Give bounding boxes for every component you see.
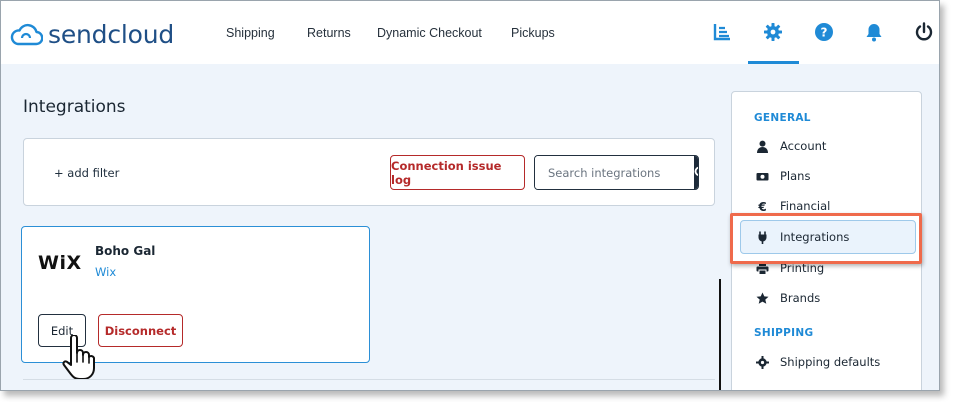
nav-shipping[interactable]: Shipping [226,26,275,40]
euro-icon: € [754,198,770,214]
analytics-icon[interactable] [711,21,733,43]
sidebar-item-label: Shipping defaults [780,355,881,369]
sidebar-item-shipping-defaults[interactable]: Shipping defaults [754,352,880,372]
plug-icon [754,229,770,245]
sidebar-heading-shipping: SHIPPING [754,327,814,339]
brand-name: sendcloud [48,20,175,49]
sidebar-item-printing[interactable]: Printing [754,258,824,278]
integration-name: Boho Gal [95,244,156,258]
bell-icon[interactable] [863,21,885,43]
sidebar-item-account[interactable]: Account [754,136,826,156]
printer-icon [754,260,770,276]
sidebar-item-brands[interactable]: Brands [754,288,820,308]
money-icon [754,168,770,184]
nav-returns[interactable]: Returns [307,26,351,40]
settings-sidebar: GENERAL Account Plans € Financial Integr… [731,91,922,390]
sidebar-item-label: Account [780,139,827,153]
sidebar-item-label: Financial [780,199,831,213]
page-title: Integrations [23,97,126,117]
nav-pickups[interactable]: Pickups [511,26,555,40]
sidebar-item-integrations[interactable]: Integrations [754,227,849,247]
app-window: sendcloud Shipping Returns Dynamic Check… [0,0,940,391]
vertical-divider [719,279,721,390]
help-icon[interactable]: ? [813,21,835,43]
search-box [534,155,699,190]
svg-text:?: ? [821,26,828,40]
search-icon [694,166,698,177]
content-divider [23,379,715,380]
active-tab-indicator [748,61,799,64]
hand-pointer-cursor-icon [62,335,95,380]
sidebar-item-financial[interactable]: € Financial [754,196,831,216]
top-navigation-bar: sendcloud Shipping Returns Dynamic Check… [1,1,939,64]
gear-icon [754,354,770,370]
gear-icon[interactable] [762,21,784,43]
star-icon [754,290,770,306]
sidebar-item-label: Brands [780,291,821,305]
user-icon [754,138,770,154]
nav-dynamic-checkout[interactable]: Dynamic Checkout [377,26,482,40]
cloud-icon [10,23,43,45]
power-icon[interactable] [913,21,935,43]
svg-text:€: € [757,200,766,213]
sidebar-item-label: Integrations [780,230,850,244]
sidebar-item-label: Plans [780,169,811,183]
integration-platform-link[interactable]: Wix [95,265,116,279]
add-filter-link[interactable]: + add filter [54,166,119,180]
wix-logo: WiX [38,252,82,274]
sidebar-heading-general: GENERAL [754,112,811,124]
connection-issue-log-button[interactable]: Connection issue log [390,155,525,190]
filter-panel: + add filter Connection issue log [23,138,715,206]
sendcloud-logo[interactable]: sendcloud [9,20,174,49]
search-button[interactable] [694,156,698,189]
sidebar-item-label: Printing [780,261,825,275]
search-input[interactable] [535,156,694,189]
disconnect-button[interactable]: Disconnect [98,314,183,347]
sidebar-item-plans[interactable]: Plans [754,166,810,186]
